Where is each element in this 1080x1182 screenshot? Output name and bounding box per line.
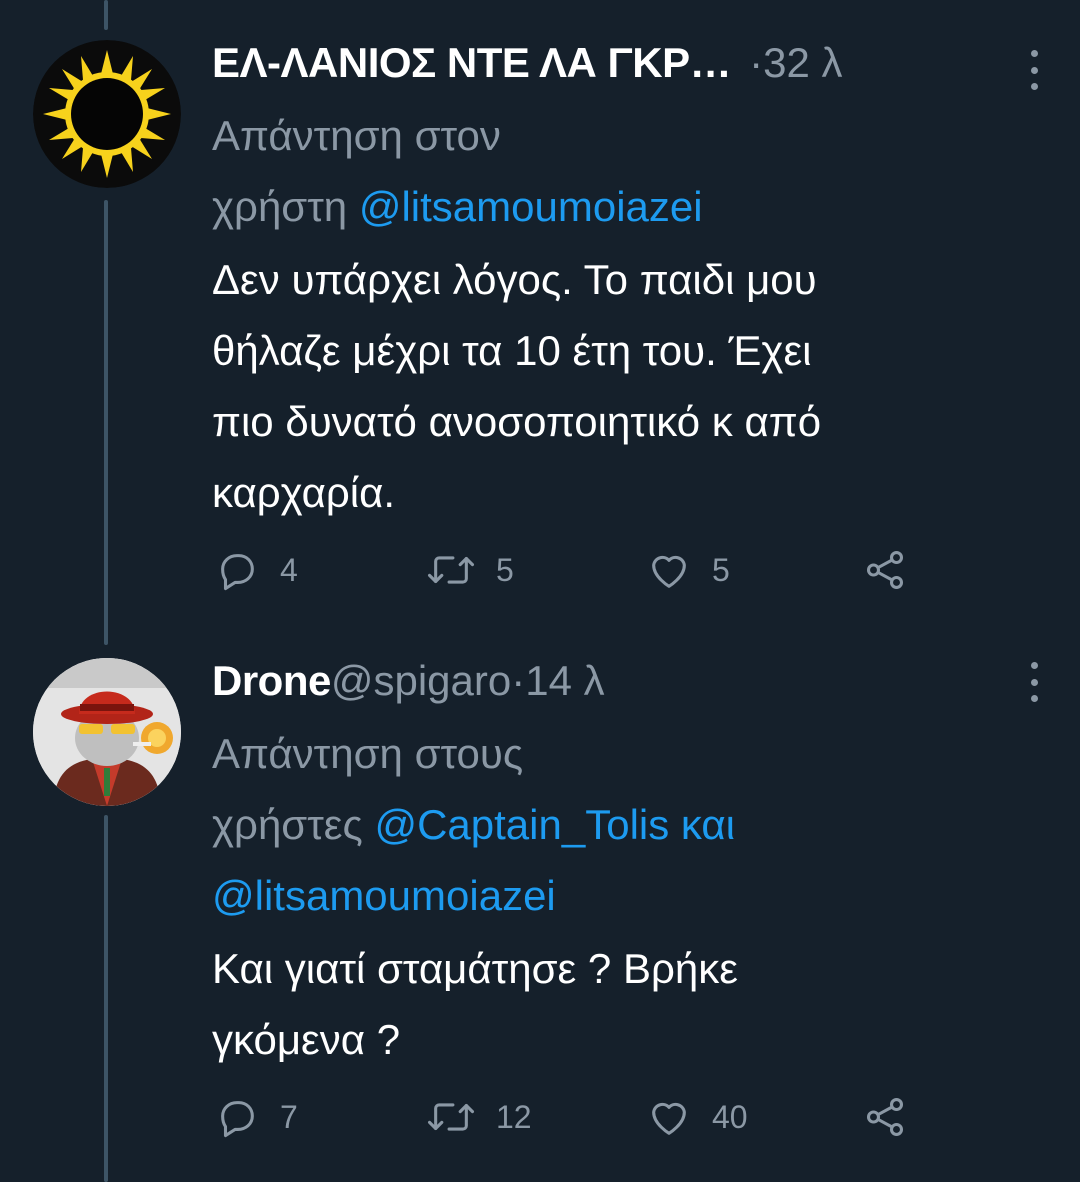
reply-to: Απάντηση στους χρήστες @Captain_Tolis κα… bbox=[212, 718, 1040, 931]
retweet-count: 12 bbox=[496, 1098, 532, 1135]
avatar-drone[interactable] bbox=[33, 658, 181, 806]
mention-joiner: και bbox=[669, 801, 736, 848]
tweet-line: Και γιατί σταμάτησε ? Βρήκε bbox=[212, 945, 738, 992]
more-icon[interactable] bbox=[1028, 662, 1040, 702]
more-icon[interactable] bbox=[1028, 50, 1040, 90]
reply-to: Απάντηση στον χρήστη @litsamoumoiazei bbox=[212, 100, 1040, 242]
tweet-text: Και γιατί σταμάτησε ? Βρήκε γκόμενα ? bbox=[212, 933, 1040, 1075]
separator: · bbox=[749, 39, 764, 86]
reply-button[interactable]: 7 bbox=[214, 1094, 298, 1140]
timestamp[interactable]: 14 λ bbox=[525, 656, 604, 706]
retweet-icon bbox=[427, 1103, 474, 1131]
share-icon bbox=[866, 551, 904, 589]
heart-icon bbox=[652, 1102, 686, 1135]
mention-link[interactable]: @Captain_Tolis bbox=[374, 801, 669, 848]
tweet-text: Δεν υπάρχει λόγος. Το παιδι μου θήλαζε μ… bbox=[212, 244, 1040, 528]
retweet-button[interactable]: 5 bbox=[426, 547, 514, 593]
tweet-line: Δεν υπάρχει λόγος. Το παιδι μου bbox=[212, 256, 817, 303]
display-name[interactable]: Drone bbox=[212, 656, 331, 706]
share-icon bbox=[866, 1098, 904, 1136]
avatar-eclipse[interactable] bbox=[33, 40, 181, 188]
reply-count: 4 bbox=[280, 551, 298, 588]
like-button[interactable]: 40 bbox=[646, 1094, 748, 1140]
tweet-line: καρχαρία. bbox=[212, 469, 396, 516]
tweet-header: ΕΛ-ΛΑΝΙΟΣ ΝΤΕ ΛΑ ΓΚΡ… · 32 λ bbox=[212, 38, 1040, 98]
reply-count: 7 bbox=[280, 1098, 298, 1135]
mention-link[interactable]: @litsamoumoiazei bbox=[359, 183, 703, 230]
timestamp[interactable]: 32 λ bbox=[763, 38, 842, 88]
display-name[interactable]: ΕΛ-ΛΑΝΙΟΣ ΝΤΕ ΛΑ ΓΚΡ… bbox=[212, 38, 732, 88]
tweet-1[interactable]: ΕΛ-ΛΑΝΙΟΣ ΝΤΕ ΛΑ ΓΚΡ… · 32 λ Απάντηση στ… bbox=[0, 0, 1080, 640]
tweet-line: γκόμενα ? bbox=[212, 1016, 401, 1063]
tweet-line: πιο δυνατό ανοσοποιητικό κ από bbox=[212, 398, 822, 445]
share-button[interactable] bbox=[862, 547, 908, 593]
like-count: 5 bbox=[712, 551, 730, 588]
reply-prefix-2: χρήστες bbox=[212, 801, 375, 848]
retweet-count: 5 bbox=[496, 551, 514, 588]
like-button[interactable]: 5 bbox=[646, 547, 730, 593]
mention-link[interactable]: @litsamoumoiazei bbox=[212, 872, 556, 919]
separator: · bbox=[511, 657, 526, 704]
heart-icon bbox=[652, 555, 686, 588]
like-count: 40 bbox=[712, 1098, 748, 1135]
share-button[interactable] bbox=[862, 1094, 908, 1140]
handle[interactable]: @spigaro bbox=[331, 656, 511, 706]
tweet-2[interactable]: Drone @spigaro · 14 λ Απάντηση στους χρή… bbox=[0, 640, 1080, 1182]
reply-prefix-2: χρήστη bbox=[212, 183, 359, 230]
tweet-header: Drone @spigaro · 14 λ bbox=[212, 656, 1040, 716]
retweet-button[interactable]: 12 bbox=[426, 1094, 532, 1140]
retweet-icon bbox=[427, 556, 474, 584]
reply-prefix: Απάντηση στους bbox=[212, 730, 524, 777]
tweet-line: θήλαζε μέχρι τα 10 έτη του. Έχει bbox=[212, 327, 812, 374]
reply-icon bbox=[221, 1101, 254, 1138]
reply-prefix: Απάντηση στον bbox=[212, 112, 501, 159]
reply-icon bbox=[221, 554, 254, 591]
reply-button[interactable]: 4 bbox=[214, 547, 298, 593]
